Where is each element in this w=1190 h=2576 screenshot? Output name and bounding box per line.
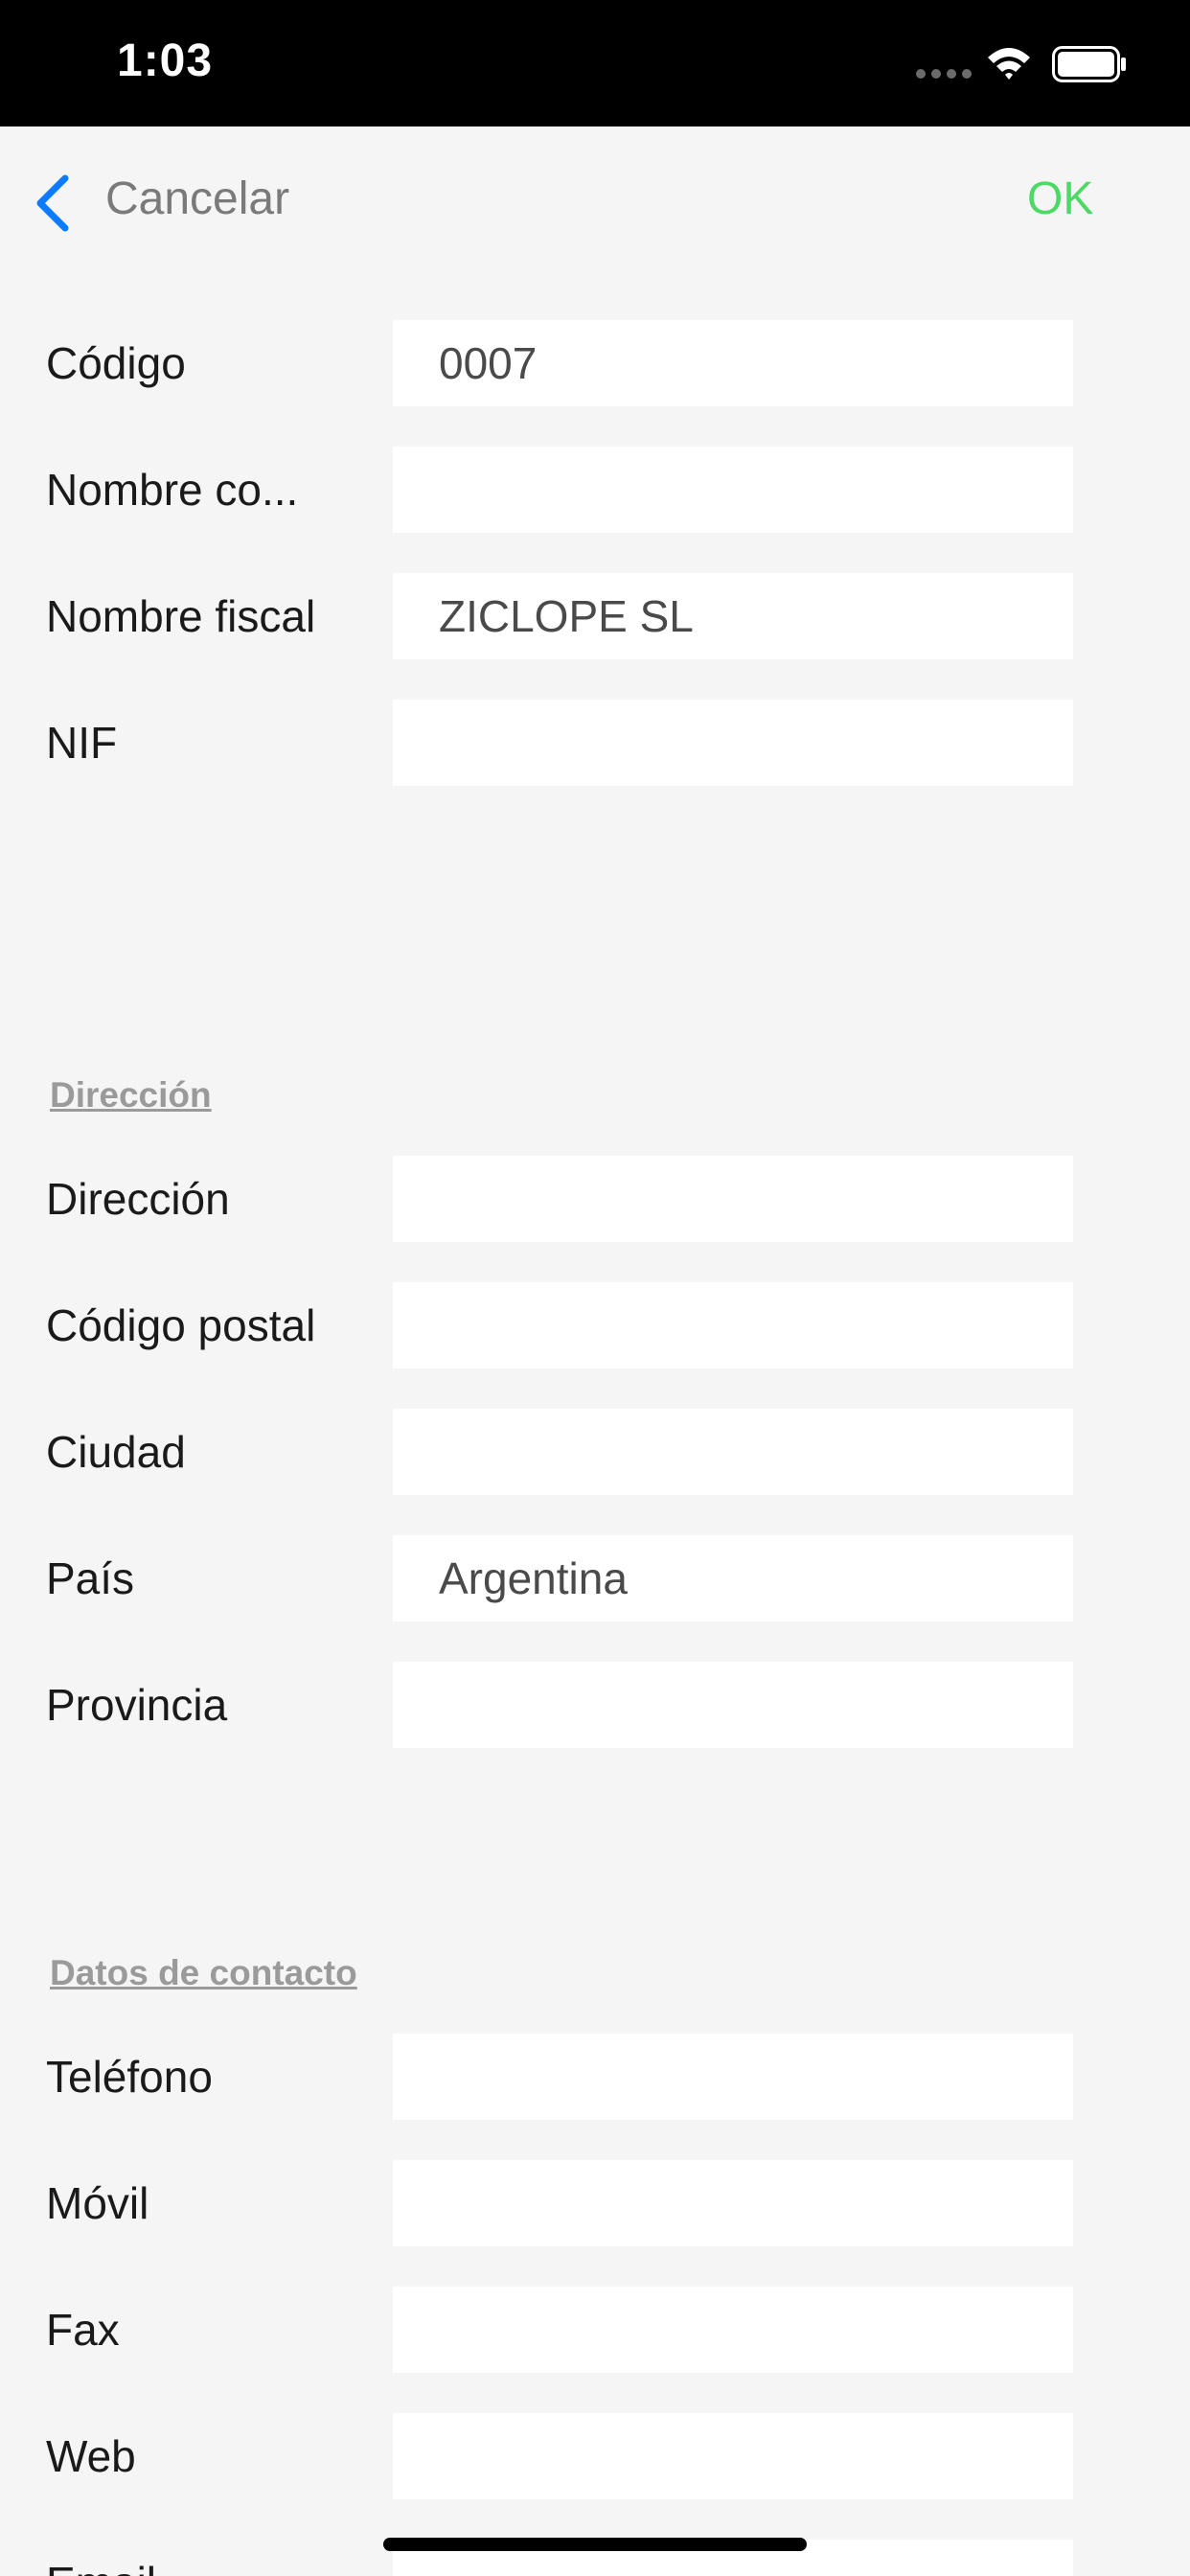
section-header-contacto: Datos de contacto (50, 1953, 357, 1992)
battery-icon (1052, 46, 1126, 82)
codigo-label: Código (46, 338, 186, 388)
section-header-direccion: Dirección (50, 1075, 212, 1115)
form-row-web: Web (0, 2413, 1190, 2499)
form-row-codigo: Código (0, 320, 1190, 406)
nombre-comercial-label: Nombre co... (46, 465, 299, 515)
provincia-input[interactable] (393, 1662, 1073, 1748)
form-row-nombre-fiscal: Nombre fiscal (0, 573, 1190, 659)
pais-label: País (46, 1553, 135, 1603)
web-label: Web (46, 2431, 136, 2481)
form-row-direccion: Dirección (0, 1156, 1190, 1242)
nombre-comercial-input[interactable] (393, 447, 1073, 533)
ciudad-label: Ciudad (46, 1427, 186, 1477)
telefono-label: Teléfono (46, 2052, 213, 2102)
signal-dots-icon (916, 69, 972, 80)
nombre-fiscal-input[interactable] (393, 573, 1073, 659)
telefono-input[interactable] (393, 2034, 1073, 2120)
provincia-label: Provincia (46, 1680, 228, 1730)
email-label: Email (46, 2557, 156, 2576)
form-row-provincia: Provincia (0, 1662, 1190, 1748)
codigo-input[interactable] (393, 320, 1073, 406)
cancel-button[interactable]: Cancelar (105, 172, 289, 225)
home-indicator[interactable] (383, 2538, 807, 2551)
direccion-input[interactable] (393, 1156, 1073, 1242)
form-row-ciudad: Ciudad (0, 1409, 1190, 1495)
nombre-fiscal-label: Nombre fiscal (46, 591, 316, 641)
screen: 1:03 Cancelar OK Código Nombre co... Nom… (0, 0, 1190, 2576)
wifi-icon (988, 48, 1030, 80)
nif-label: NIF (46, 718, 118, 768)
form-row-codigo-postal: Código postal (0, 1282, 1190, 1368)
codigo-postal-input[interactable] (393, 1282, 1073, 1368)
direccion-label: Dirección (46, 1174, 230, 1224)
movil-input[interactable] (393, 2160, 1073, 2246)
codigo-postal-label: Código postal (46, 1300, 316, 1350)
nif-input[interactable] (393, 700, 1073, 786)
status-time: 1:03 (117, 35, 214, 86)
status-bar: 1:03 (0, 0, 1190, 126)
web-input[interactable] (393, 2413, 1073, 2499)
form-row-nif: NIF (0, 700, 1190, 786)
form-row-fax: Fax (0, 2287, 1190, 2373)
chevron-left-icon[interactable] (33, 174, 73, 232)
form-row-nombre-comercial: Nombre co... (0, 447, 1190, 533)
form-row-pais: País (0, 1535, 1190, 1622)
nav-bar: Cancelar OK (0, 126, 1190, 272)
form-row-movil: Móvil (0, 2160, 1190, 2246)
ciudad-input[interactable] (393, 1409, 1073, 1495)
fax-input[interactable] (393, 2287, 1073, 2373)
form-row-telefono: Teléfono (0, 2034, 1190, 2120)
movil-label: Móvil (46, 2178, 149, 2228)
fax-label: Fax (46, 2305, 120, 2355)
ok-button[interactable]: OK (1027, 172, 1093, 225)
pais-input[interactable] (393, 1535, 1073, 1622)
